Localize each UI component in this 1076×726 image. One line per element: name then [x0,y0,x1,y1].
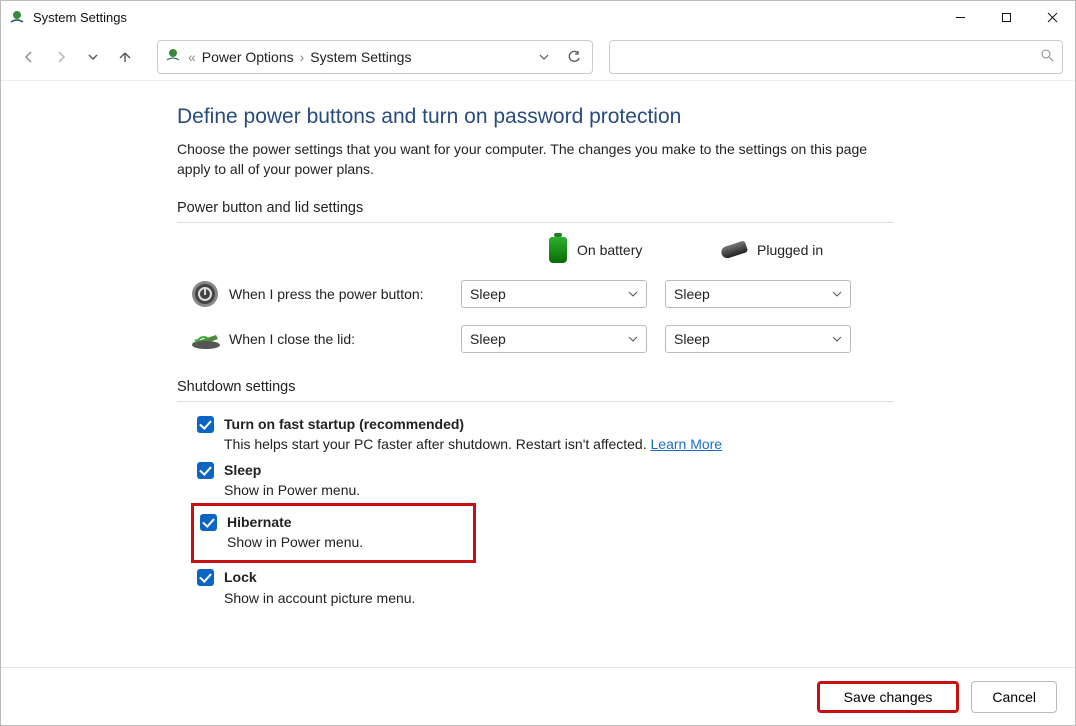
power-button-plugged-select[interactable]: Sleep [665,280,851,308]
address-bar[interactable]: « Power Options › System Settings [157,40,593,74]
shutdown-section-header: Shutdown settings [177,379,1075,395]
minimize-button[interactable] [937,1,983,33]
search-icon [1040,48,1054,65]
lock-title: Lock [224,569,257,585]
refresh-button[interactable] [562,45,586,69]
page-heading: Define power buttons and turn on passwor… [177,105,1075,129]
power-button-label: When I press the power button: [229,286,461,302]
chevron-left-icon: « [188,49,196,65]
lock-desc: Show in account picture menu. [224,590,415,606]
chevron-down-icon [832,334,842,344]
lid-plugged-select[interactable]: Sleep [665,325,851,353]
up-button[interactable] [111,43,139,71]
close-button[interactable] [1029,1,1075,33]
fast-startup-desc: This helps start your PC faster after sh… [224,436,647,452]
chevron-down-icon [628,334,638,344]
address-dropdown[interactable] [532,45,556,69]
content-area: Define power buttons and turn on passwor… [1,81,1075,667]
lid-label: When I close the lid: [229,331,461,347]
hibernate-item: Hibernate Show in Power menu. [200,508,363,555]
laptop-icon [187,325,223,353]
lock-checkbox[interactable] [197,569,214,586]
power-icon [187,279,223,309]
maximize-button[interactable] [983,1,1029,33]
toolbar: « Power Options › System Settings [1,33,1075,81]
recent-dropdown[interactable] [79,43,107,71]
fast-startup-checkbox[interactable] [197,416,214,433]
sleep-checkbox[interactable] [197,462,214,479]
column-headers: On battery Plugged in [177,223,893,271]
hibernate-highlight: Hibernate Show in Power menu. [191,503,476,564]
fast-startup-title: Turn on fast startup (recommended) [224,416,464,432]
system-settings-window: System Settings « Power Options › System… [0,0,1076,726]
power-button-row: When I press the power button: Sleep Sle… [177,271,893,317]
footer: Save changes Cancel [1,667,1075,725]
search-input[interactable] [609,40,1063,74]
lid-battery-select[interactable]: Sleep [461,325,647,353]
save-button[interactable]: Save changes [817,681,960,713]
sleep-title: Sleep [224,462,261,478]
sleep-desc: Show in Power menu. [224,482,360,498]
lock-item: Lock Show in account picture menu. [197,563,893,610]
plugged-in-label: Plugged in [757,242,823,258]
power-button-battery-select[interactable]: Sleep [461,280,647,308]
fast-startup-item: Turn on fast startup (recommended) This h… [197,410,893,457]
hibernate-title: Hibernate [227,514,292,530]
power-section-header: Power button and lid settings [177,200,1075,216]
chevron-down-icon [628,289,638,299]
window-title: System Settings [33,10,127,25]
sleep-item: Sleep Show in Power menu. [197,456,893,503]
on-battery-label: On battery [577,242,642,258]
back-button[interactable] [15,43,43,71]
battery-icon [549,237,567,263]
chevron-down-icon [832,289,842,299]
hibernate-checkbox[interactable] [200,514,217,531]
control-panel-icon [164,46,182,67]
lid-row: When I close the lid: Sleep Sleep [177,317,893,361]
plug-icon [720,240,748,259]
page-description: Choose the power settings that you want … [177,139,877,180]
titlebar: System Settings [1,1,1075,33]
chevron-right-icon: › [300,49,305,65]
forward-button[interactable] [47,43,75,71]
learn-more-link[interactable]: Learn More [651,436,723,452]
hibernate-desc: Show in Power menu. [227,534,363,550]
cancel-button[interactable]: Cancel [971,681,1057,713]
app-icon [9,9,25,25]
breadcrumb-current[interactable]: System Settings [310,49,411,65]
breadcrumb-parent[interactable]: Power Options [202,49,294,65]
